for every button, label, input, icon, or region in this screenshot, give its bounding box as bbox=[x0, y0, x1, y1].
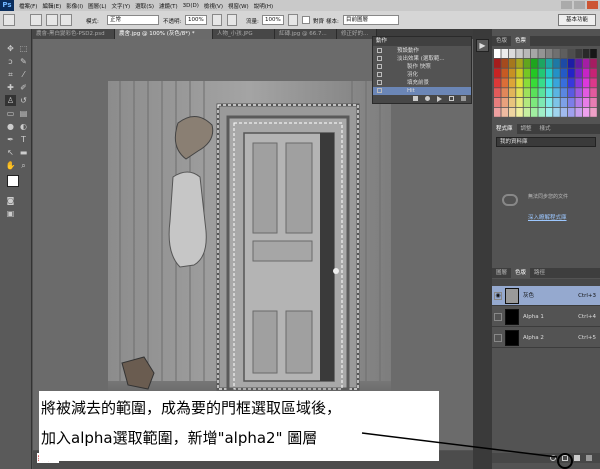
annotation-circle bbox=[557, 453, 573, 469]
annotation-overlay bbox=[361, 432, 573, 469]
annotation-pointer-line bbox=[361, 432, 558, 458]
